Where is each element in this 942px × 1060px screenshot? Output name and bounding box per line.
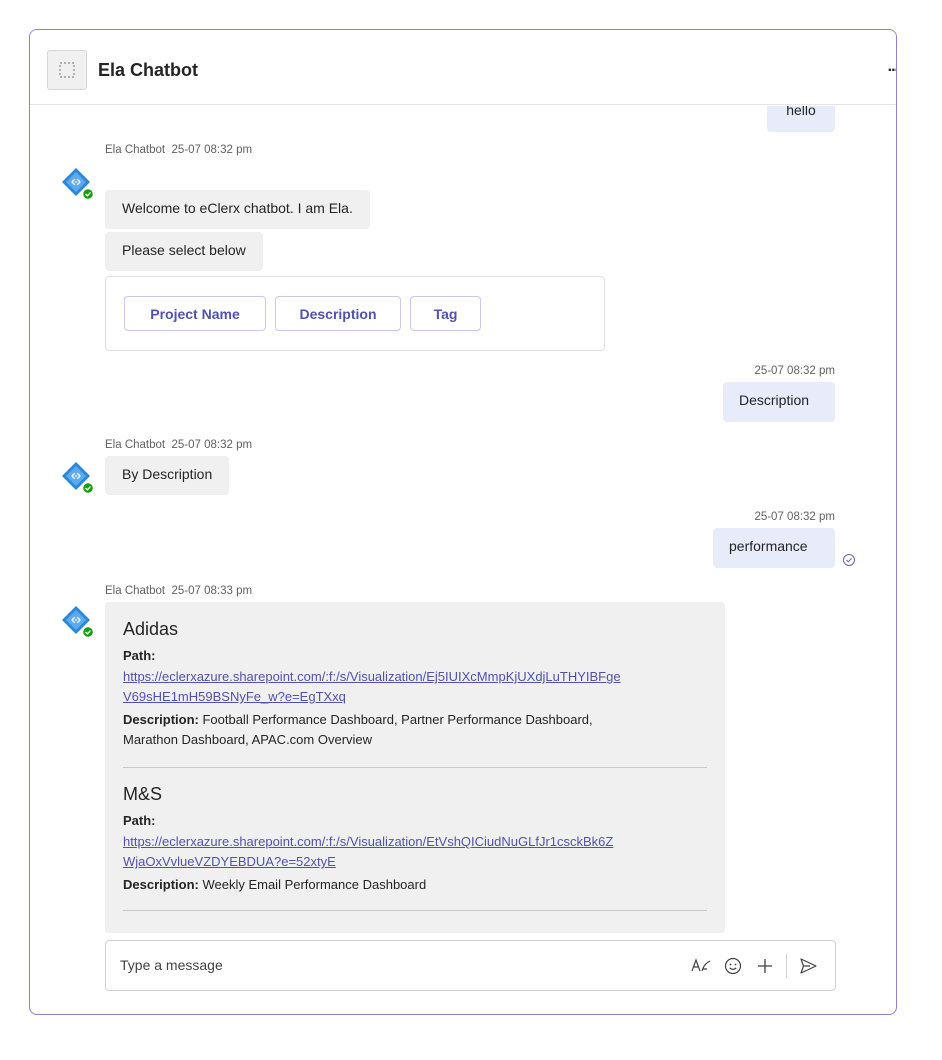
description-text: Marathon Dashboard, APAC.com Overview <box>123 732 373 747</box>
path-label: Path: <box>123 813 156 828</box>
format-icon[interactable] <box>688 953 714 979</box>
add-icon[interactable] <box>752 953 778 979</box>
dashed-square-icon <box>59 62 75 78</box>
toolbar-divider <box>786 954 787 978</box>
read-receipt-icon <box>842 553 856 572</box>
chat-header: Ela Chatbot ... <box>30 30 896 105</box>
emoji-icon[interactable] <box>720 953 746 979</box>
link-line[interactable]: https://eclerxazure.sharepoint.com/:f:/s… <box>123 667 713 687</box>
result-description: Description: Football Performance Dashbo… <box>123 710 713 750</box>
bot-message-by-description: By Description <box>105 456 230 495</box>
result-description: Description: Weekly Email Performance Da… <box>123 875 713 895</box>
bot-avatar <box>61 461 95 495</box>
message-time: 25-07 08:32 pm <box>171 144 253 156</box>
send-icon[interactable] <box>795 953 821 979</box>
bot-avatar-icon <box>62 606 95 639</box>
result-title: Adidas <box>123 619 179 639</box>
user-message-performance: performance <box>713 528 835 568</box>
bot-message-prompt: Please select below <box>105 232 263 271</box>
project-name-button[interactable]: Project Name <box>124 296 266 331</box>
message-meta: Ela Chatbot 25-07 08:32 pm <box>105 144 252 156</box>
message-text: Please select below <box>122 242 246 258</box>
tag-button[interactable]: Tag <box>410 296 481 331</box>
message-meta: Ela Chatbot 25-07 08:32 pm <box>105 439 252 451</box>
description-label: Description: <box>123 877 199 892</box>
message-input[interactable]: Type a message <box>120 957 223 973</box>
message-text: performance <box>729 538 808 554</box>
message-time: 25-07 08:33 pm <box>171 585 253 597</box>
option-card: Project Name Description Tag <box>105 276 605 351</box>
description-button[interactable]: Description <box>275 296 401 331</box>
link-line[interactable]: https://eclerxazure.sharepoint.com/:f:/s… <box>123 832 713 852</box>
message-meta: Ela Chatbot 25-07 08:33 pm <box>105 585 252 597</box>
message-text: hello <box>786 106 816 118</box>
bot-message-welcome: Welcome to eClerx chatbot. I am Ela. <box>105 190 370 229</box>
sender-name: Ela Chatbot <box>105 144 166 156</box>
result-path-link[interactable]: https://eclerxazure.sharepoint.com/:f:/s… <box>123 667 713 707</box>
message-text: By Description <box>122 466 213 482</box>
search-results-card: Adidas Path: https://eclerxazure.sharepo… <box>105 602 725 933</box>
bot-avatar <box>61 605 95 639</box>
description-text: Football Performance Dashboard, Partner … <box>198 712 593 727</box>
app-icon <box>47 50 87 90</box>
chat-window: Ela Chatbot ... hello Ela Chatbot 25-07 … <box>29 29 897 1015</box>
bot-avatar-icon <box>62 462 95 495</box>
user-message-description: Description <box>723 382 835 422</box>
chat-title: Ela Chatbot <box>98 60 199 80</box>
message-meta: 25-07 08:32 pm <box>754 365 835 377</box>
composer-toolbar <box>682 953 821 979</box>
message-list[interactable]: hello Ela Chatbot 25-07 08:32 pm Welcome… <box>30 106 896 936</box>
bot-avatar-icon <box>62 168 95 201</box>
message-time: 25-07 08:32 pm <box>754 365 835 377</box>
description-text: Weekly Email Performance Dashboard <box>198 877 427 892</box>
result-divider <box>123 910 707 911</box>
message-time: 25-07 08:32 pm <box>171 439 253 451</box>
more-options-icon[interactable]: ... <box>888 58 896 76</box>
result-divider <box>123 767 707 768</box>
sender-name: Ela Chatbot <box>105 439 166 451</box>
sender-name: Ela Chatbot <box>105 585 166 597</box>
path-label: Path: <box>123 648 156 663</box>
bot-avatar <box>61 167 95 201</box>
message-text: Description <box>739 392 810 408</box>
link-line[interactable]: WjaOxVvlueVZDYEBDUA?e=52xtyE <box>123 852 713 872</box>
result-path-link[interactable]: https://eclerxazure.sharepoint.com/:f:/s… <box>123 832 713 872</box>
message-composer[interactable]: Type a message <box>105 940 836 991</box>
message-time: 25-07 08:32 pm <box>754 511 835 523</box>
message-text: Welcome to eClerx chatbot. I am Ela. <box>122 200 353 216</box>
description-label: Description: <box>123 712 199 727</box>
link-line[interactable]: V69sHE1mH59BSNyFe_w?e=EgTXxq <box>123 687 713 707</box>
result-title: M&S <box>123 784 163 804</box>
user-message-hello: hello <box>767 106 835 132</box>
message-meta: 25-07 08:32 pm <box>754 511 835 523</box>
